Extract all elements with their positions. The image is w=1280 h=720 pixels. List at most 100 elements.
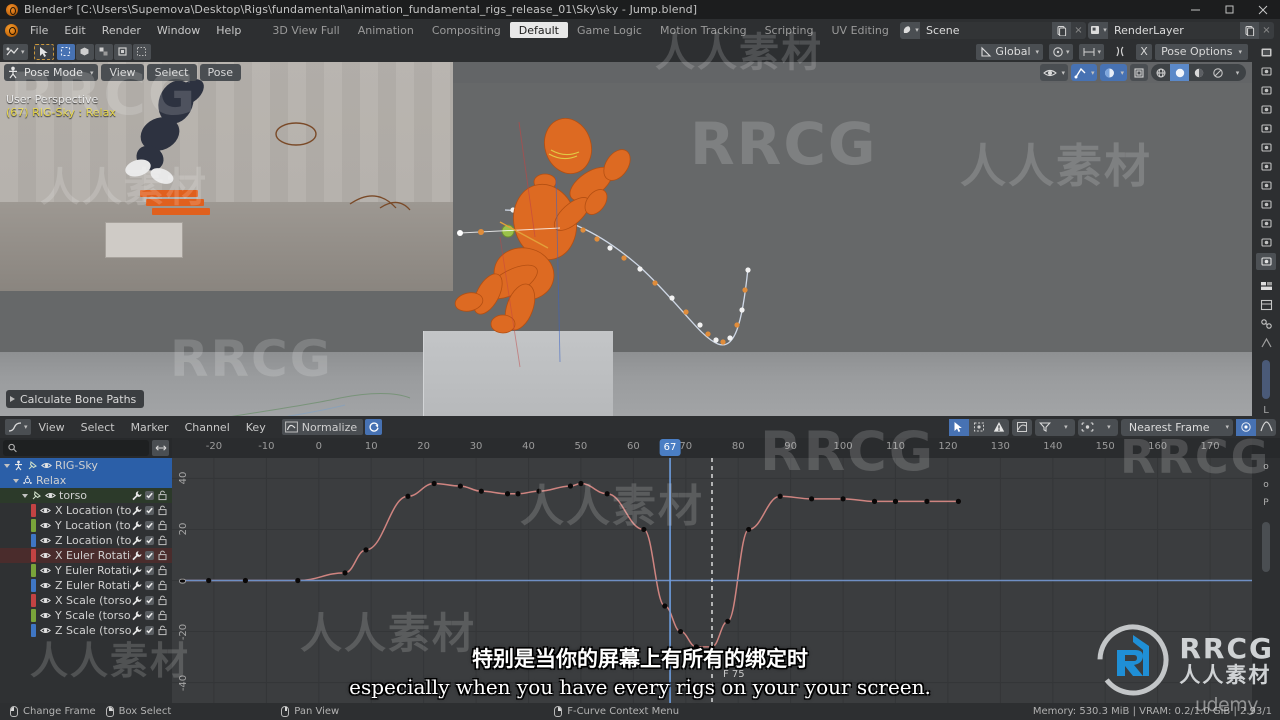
channel-enable-checkbox[interactable]: [145, 566, 154, 575]
eye-icon[interactable]: [40, 550, 51, 561]
channel-row[interactable]: Relax: [0, 473, 172, 488]
channel-row[interactable]: torso: [0, 488, 172, 503]
channel-expand-triangle-icon[interactable]: [22, 493, 28, 498]
channel-enable-checkbox[interactable]: [145, 536, 154, 545]
filter-chevron-icon[interactable]: ▾: [1055, 419, 1075, 436]
menu-edit[interactable]: Edit: [56, 19, 93, 41]
node-editor-icon[interactable]: [1256, 297, 1276, 314]
renderlayer-selector[interactable]: ▾ RenderLayer ×: [1088, 21, 1274, 39]
modifier-wrench-icon[interactable]: [131, 625, 142, 636]
menu-window[interactable]: Window: [149, 19, 208, 41]
scene-tab-icon[interactable]: [1256, 82, 1276, 99]
pose-options-dropdown[interactable]: Pose Options ▾: [1155, 43, 1248, 60]
channel-enable-checkbox[interactable]: [145, 551, 154, 560]
material-tab-icon[interactable]: [1256, 234, 1276, 251]
eye-icon[interactable]: [40, 505, 51, 516]
action-icon[interactable]: [22, 475, 33, 486]
lock-icon[interactable]: [157, 565, 168, 576]
channel-row[interactable]: Z Scale (torso): [0, 623, 172, 638]
render-layers-tab-icon[interactable]: [1256, 63, 1276, 80]
texture-tab-icon[interactable]: [1256, 252, 1276, 270]
visibility-icon[interactable]: ▾: [1040, 64, 1068, 81]
renderlayer-name[interactable]: RenderLayer: [1108, 21, 1240, 39]
lock-icon[interactable]: [157, 610, 168, 621]
mode-selector[interactable]: Pose Mode ▾: [4, 64, 99, 81]
lock-icon[interactable]: [157, 580, 168, 591]
viewport-menu-select[interactable]: Select: [146, 64, 197, 81]
search-input-wrapper[interactable]: [3, 440, 149, 456]
modifier-wrench-icon[interactable]: [131, 565, 142, 576]
eye-icon[interactable]: [40, 565, 51, 576]
modifier-wrench-icon[interactable]: [131, 580, 142, 591]
maximize-button[interactable]: [1212, 0, 1246, 19]
channel-row[interactable]: X Scale (torso): [0, 593, 172, 608]
eye-icon[interactable]: [40, 625, 51, 636]
properties-scrollbar[interactable]: [1262, 359, 1270, 400]
armature-icon[interactable]: [13, 460, 24, 471]
normalize-toggle[interactable]: Normalize: [281, 419, 364, 435]
eye-icon[interactable]: [40, 610, 51, 621]
pivot-point-dropdown[interactable]: ▾: [1077, 418, 1118, 436]
graph-menu-view[interactable]: View: [31, 416, 73, 438]
editor-type-icon[interactable]: ▾: [3, 43, 28, 60]
channel-row[interactable]: Y Location (torso): [0, 518, 172, 533]
data-tab-icon[interactable]: [1256, 215, 1276, 232]
screen-tab-motion-tracking[interactable]: Motion Tracking: [651, 22, 756, 38]
graph-editor-icon[interactable]: ▾: [5, 419, 31, 435]
modifier-wrench-icon[interactable]: [131, 595, 142, 606]
ghost-curves-toggle[interactable]: [1011, 418, 1032, 436]
falloff-curve-icon[interactable]: [1256, 419, 1276, 436]
channel-expand-triangle-icon[interactable]: [4, 463, 10, 468]
menu-file[interactable]: File: [22, 19, 56, 41]
particles-tab-icon[interactable]: [1256, 158, 1276, 175]
unlink-scene-button[interactable]: ×: [1071, 25, 1086, 36]
graph-editor[interactable]: ▾ View Select Marker Channel Key Normali…: [0, 416, 1280, 703]
close-button[interactable]: [1246, 0, 1280, 19]
screen-tab-3d-view-full[interactable]: 3D View Full: [263, 22, 348, 38]
pivot-chevron-icon[interactable]: ▾: [1098, 419, 1118, 436]
channel-enable-checkbox[interactable]: [145, 521, 154, 530]
bounding-box-icon[interactable]: [1151, 64, 1170, 81]
matcap-icon[interactable]: ▾: [1100, 64, 1127, 81]
viewport-menu-view[interactable]: View: [101, 64, 144, 81]
channel-row[interactable]: X Euler Rotation (torso): [0, 548, 172, 563]
eye-icon[interactable]: [40, 580, 51, 591]
lock-icon[interactable]: [157, 505, 168, 516]
search-input[interactable]: [21, 441, 144, 455]
eye-icon[interactable]: [40, 595, 51, 606]
channel-enable-checkbox[interactable]: [145, 506, 154, 515]
eye-icon[interactable]: [40, 520, 51, 531]
curve-canvas[interactable]: [172, 458, 1252, 703]
screen-tab-game-logic[interactable]: Game Logic: [568, 22, 651, 38]
lock-icon[interactable]: [157, 595, 168, 606]
channel-expand-triangle-icon[interactable]: [13, 478, 19, 483]
only-selected-icon[interactable]: [948, 418, 969, 436]
modifier-wrench-icon[interactable]: [131, 520, 142, 531]
screen-tab-scripting[interactable]: Scripting: [756, 22, 823, 38]
cursor-tool-icon[interactable]: [33, 43, 54, 60]
modifier-wrench-icon[interactable]: [131, 535, 142, 546]
solid-icon[interactable]: [1170, 64, 1189, 81]
eye-icon[interactable]: [40, 535, 51, 546]
screen-tab-uv-editing[interactable]: UV Editing: [823, 22, 898, 38]
expand-filter-icon[interactable]: [152, 440, 169, 456]
graph-scrollbar-vertical[interactable]: [1262, 522, 1270, 572]
snap-mode-dropdown[interactable]: Nearest Frame ▾: [1120, 418, 1233, 436]
snap-edge-icon[interactable]: [132, 43, 151, 60]
proportional-edit-icon[interactable]: ▾: [1078, 43, 1105, 60]
graph-menu-channel[interactable]: Channel: [177, 416, 238, 438]
snap-increment-icon[interactable]: [94, 43, 113, 60]
unlink-layer-button[interactable]: ×: [1259, 25, 1274, 36]
proportional-edit-icon[interactable]: [1236, 418, 1256, 436]
ghost-curves-icon[interactable]: [1012, 419, 1032, 436]
modifier-wrench-icon[interactable]: [131, 490, 142, 501]
bone-constraint-icon[interactable]: [1256, 335, 1276, 352]
channel-enable-checkbox[interactable]: [145, 581, 154, 590]
lock-icon[interactable]: [157, 490, 168, 501]
channel-row[interactable]: Y Euler Rotation (torso): [0, 563, 172, 578]
eye-icon[interactable]: [45, 490, 56, 501]
scene-name[interactable]: Scene: [920, 21, 1052, 39]
frame-ruler[interactable]: -20 -10 0 10 20 30 40 50 60 70 80 90 100 110 120 130 140…: [172, 438, 1252, 458]
snap-face-icon[interactable]: [75, 43, 94, 60]
bone-icon[interactable]: [1256, 316, 1276, 333]
